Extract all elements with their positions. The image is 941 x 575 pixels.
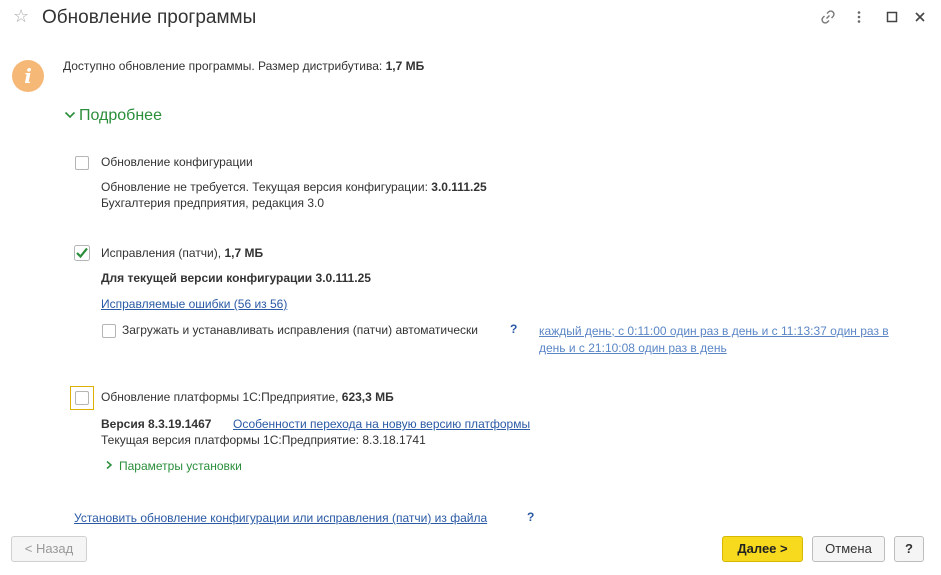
platform-current-version: Текущая версия платформы 1С:Предприятие:…: [101, 433, 426, 447]
maximize-icon[interactable]: [886, 11, 898, 23]
favorite-star-icon[interactable]: ☆: [13, 6, 29, 27]
auto-install-checkbox[interactable]: [102, 324, 116, 338]
install-from-file-help[interactable]: ?: [527, 510, 534, 524]
platform-label: Обновление платформы 1С:Предприятие,: [101, 390, 339, 404]
install-params-label: Параметры установки: [119, 459, 242, 473]
close-icon[interactable]: [914, 11, 926, 23]
chevron-right-icon: [106, 460, 113, 470]
auto-install-label: Загружать и устанавливать исправления (п…: [122, 323, 478, 337]
auto-install-help[interactable]: ?: [510, 322, 517, 336]
link-icon[interactable]: [820, 9, 836, 25]
config-update-status: Обновление не требуется. Текущая версия …: [101, 180, 487, 194]
fixed-errors-link[interactable]: Исправляемые ошибки (56 из 56): [101, 297, 287, 311]
chevron-down-icon: [64, 111, 76, 119]
platform-size: 623,3 МБ: [341, 390, 394, 404]
info-text: Доступно обновление программы. Размер ди…: [63, 59, 383, 73]
schedule-link-line1[interactable]: каждый день; с 0:11:00 один раз в день и…: [539, 324, 889, 338]
cancel-button[interactable]: Отмена: [812, 536, 885, 562]
back-button[interactable]: < Назад: [11, 536, 87, 562]
info-message: Доступно обновление программы. Размер ди…: [63, 59, 424, 73]
patches-size: 1,7 МБ: [224, 246, 264, 260]
config-status-text: Обновление не требуется. Текущая версия …: [101, 180, 428, 194]
platform-label-row: Обновление платформы 1С:Предприятие, 623…: [101, 390, 394, 404]
details-toggle[interactable]: Подробнее: [64, 107, 162, 125]
next-button[interactable]: Далее >: [722, 536, 803, 562]
config-update-label: Обновление конфигурации: [101, 155, 253, 169]
info-size: 1,7 МБ: [385, 59, 425, 73]
install-from-file-link[interactable]: Установить обновление конфигурации или и…: [74, 511, 487, 525]
info-icon: i: [12, 60, 44, 92]
config-update-checkbox[interactable]: [75, 156, 89, 170]
schedule-link-line2[interactable]: день и с 21:10:08 один раз в день: [539, 341, 727, 355]
patches-label-row: Исправления (патчи), 1,7 МБ: [101, 246, 263, 260]
install-params-toggle[interactable]: Параметры установки: [104, 459, 242, 473]
platform-update-checkbox[interactable]: [75, 391, 89, 405]
config-version: 3.0.111.25: [431, 180, 487, 194]
details-toggle-label: Подробнее: [79, 107, 162, 124]
patches-for-version: Для текущей версии конфигурации 3.0.111.…: [101, 271, 371, 285]
platform-features-link[interactable]: Особенности перехода на новую версию пла…: [233, 417, 530, 431]
more-vertical-icon[interactable]: [852, 10, 866, 24]
config-edition: Бухгалтерия предприятия, редакция 3.0: [101, 196, 325, 210]
window-title: Обновление программы: [42, 7, 257, 28]
patches-checkbox[interactable]: [74, 245, 90, 261]
help-button[interactable]: ?: [894, 536, 924, 562]
patches-label: Исправления (патчи),: [101, 246, 222, 260]
platform-checkbox-focus[interactable]: [70, 386, 94, 410]
platform-version: Версия 8.3.19.1467: [101, 417, 212, 431]
